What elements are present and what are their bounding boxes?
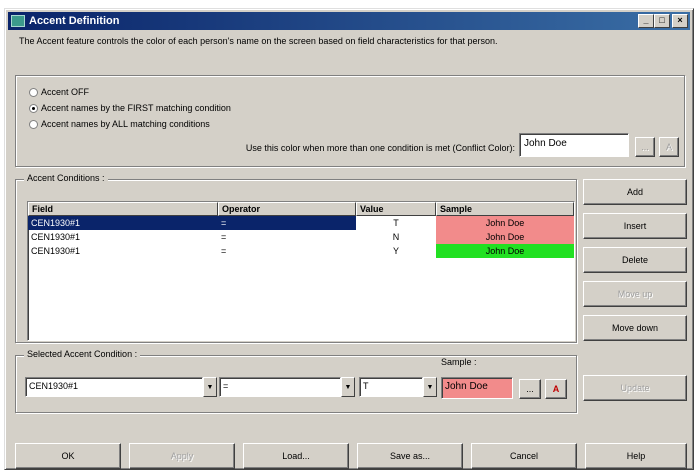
field-select[interactable]: CEN1930#1 ▼	[25, 377, 217, 397]
radio-accent-all[interactable]: Accent names by ALL matching conditions	[29, 119, 210, 129]
cell-operator: =	[218, 216, 356, 230]
table-row[interactable]: CEN1930#1 = N John Doe	[28, 230, 574, 244]
value-select[interactable]: T ▼	[359, 377, 437, 397]
table-row[interactable]: CEN1930#1 = Y John Doe	[28, 244, 574, 258]
column-header-value[interactable]: Value	[356, 202, 436, 216]
ok-button[interactable]: OK	[15, 443, 121, 469]
conflict-color-sample: John Doe	[519, 133, 629, 157]
sample-color-picker-button[interactable]: ...	[519, 379, 541, 399]
apply-button[interactable]: Apply	[129, 443, 235, 469]
dropdown-arrow-icon[interactable]: ▼	[203, 377, 217, 397]
title-bar: Accent Definition _ □ ×	[8, 12, 690, 30]
move-up-button[interactable]: Move up	[583, 281, 687, 307]
cell-value: Y	[392, 246, 399, 256]
accent-definition-window: Accent Definition _ □ × The Accent featu…	[4, 8, 694, 470]
cell-sample: John Doe	[436, 230, 574, 244]
app-icon	[11, 15, 25, 27]
update-button[interactable]: Update	[583, 375, 687, 401]
radio-button-icon[interactable]	[29, 103, 38, 113]
dropdown-arrow-icon[interactable]: ▼	[423, 377, 437, 397]
table-header: Field Operator Value Sample	[28, 202, 574, 216]
value-select-value: T	[359, 377, 423, 397]
column-header-field[interactable]: Field	[28, 202, 218, 216]
field-select-value: CEN1930#1	[25, 377, 203, 397]
radio-button-icon[interactable]	[29, 119, 38, 129]
move-down-button[interactable]: Move down	[583, 315, 687, 341]
radio-label: Accent names by the FIRST matching condi…	[41, 103, 231, 113]
conflict-font-button[interactable]: A	[659, 137, 679, 157]
cell-operator: =	[221, 246, 227, 256]
add-button[interactable]: Add	[583, 179, 687, 205]
sample-font-button[interactable]: A	[545, 379, 567, 399]
radio-label: Accent names by ALL matching conditions	[41, 119, 210, 129]
radio-button-icon[interactable]	[29, 87, 38, 97]
delete-button[interactable]: Delete	[583, 247, 687, 273]
cell-field: CEN1930#1	[28, 216, 218, 230]
operator-select-value: =	[219, 377, 341, 397]
column-header-operator[interactable]: Operator	[218, 202, 356, 216]
maximize-button[interactable]: □	[654, 14, 670, 28]
window-title: Accent Definition	[29, 15, 120, 27]
radio-accent-first[interactable]: Accent names by the FIRST matching condi…	[29, 103, 231, 113]
sample-label: Sample :	[441, 357, 477, 367]
conflict-color-label: Use this color when more than one condit…	[245, 143, 515, 153]
radio-accent-off[interactable]: Accent OFF	[29, 87, 89, 97]
cancel-button[interactable]: Cancel	[471, 443, 577, 469]
radio-label: Accent OFF	[41, 87, 90, 97]
accent-conditions-label: Accent Conditions :	[24, 173, 108, 183]
conflict-color-picker-button[interactable]: ...	[635, 137, 655, 157]
selected-sample: John Doe	[441, 377, 513, 399]
cell-field: CEN1930#1	[31, 232, 81, 242]
help-button[interactable]: Help	[585, 443, 687, 469]
cell-field: CEN1930#1	[31, 246, 81, 256]
selected-condition-label: Selected Accent Condition :	[24, 349, 141, 359]
minimize-button[interactable]: _	[638, 14, 654, 28]
cell-sample: John Doe	[436, 216, 574, 230]
description-text: The Accent feature controls the color of…	[19, 36, 498, 46]
save-as-button[interactable]: Save as...	[357, 443, 463, 469]
cell-value: T	[393, 218, 399, 228]
close-button[interactable]: ×	[672, 14, 688, 28]
operator-select[interactable]: = ▼	[219, 377, 355, 397]
cell-sample: John Doe	[436, 244, 574, 258]
insert-button[interactable]: Insert	[583, 213, 687, 239]
cell-value: N	[392, 232, 400, 242]
dropdown-arrow-icon[interactable]: ▼	[341, 377, 355, 397]
conditions-table[interactable]: Field Operator Value Sample CEN1930#1 = …	[27, 201, 575, 341]
column-header-sample[interactable]: Sample	[436, 202, 574, 216]
load-button[interactable]: Load...	[243, 443, 349, 469]
table-row[interactable]: CEN1930#1 = T John Doe	[28, 216, 574, 230]
cell-operator: =	[221, 232, 227, 242]
